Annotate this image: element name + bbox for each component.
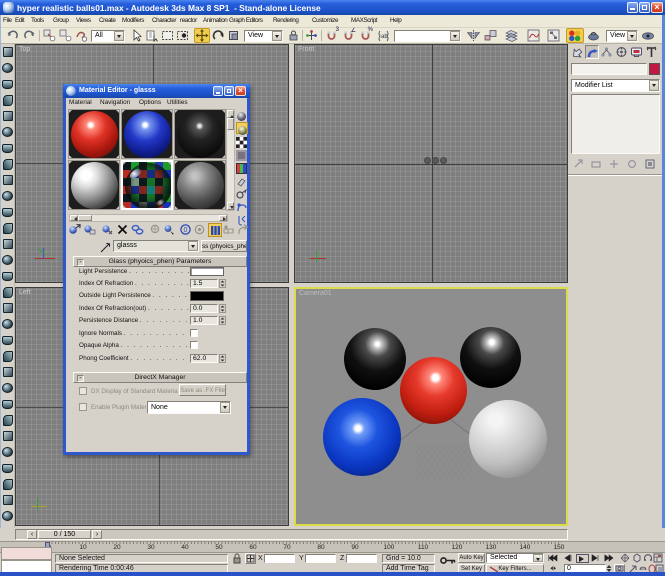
svg-text:0: 0 [184,227,188,234]
svg-text:ab: ab [381,34,388,40]
